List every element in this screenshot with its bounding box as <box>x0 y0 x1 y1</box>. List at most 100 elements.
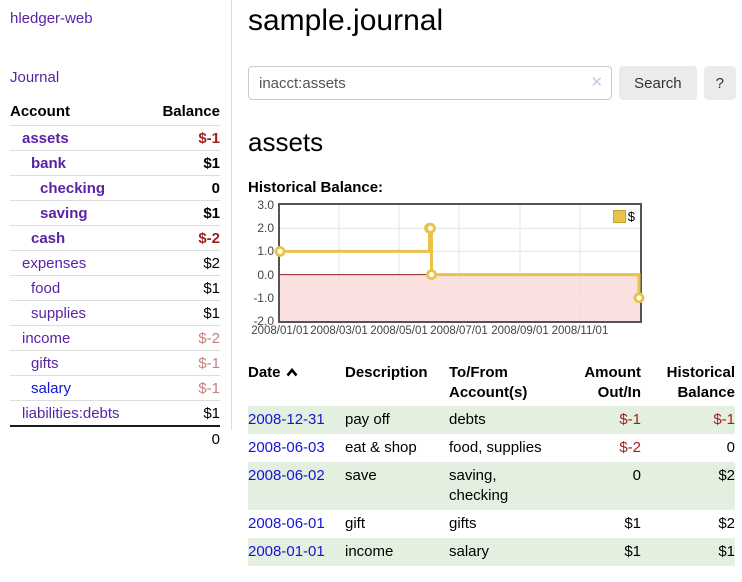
sort-ascending-icon <box>286 368 298 377</box>
transaction-accounts: salary <box>449 538 569 566</box>
y-axis-tick-label: -1.0 <box>248 291 274 305</box>
search-input[interactable] <box>248 66 612 100</box>
transaction-row: 2008-06-02 save saving, checking 0 $2 <box>248 462 735 510</box>
account-row: bank $1 <box>10 150 220 175</box>
account-row: liabilities:debts $1 <box>10 400 220 425</box>
chart-heading: Historical Balance: <box>248 179 736 196</box>
accounts-header-account: Account <box>10 103 70 120</box>
transaction-description: eat & shop <box>345 434 449 462</box>
chart-canvas <box>280 205 640 321</box>
account-balance: $-1 <box>198 130 220 147</box>
transaction-date-link[interactable]: 2008-06-01 <box>248 515 325 532</box>
column-header-historical-balance: HistoricalBalance <box>641 360 735 406</box>
transaction-accounts: saving, checking <box>449 462 569 510</box>
accounts-total-row: 0 <box>10 425 220 451</box>
account-balance: $1 <box>203 405 220 422</box>
account-balance: $-1 <box>198 380 220 397</box>
transaction-row: 2008-06-03 eat & shop food, supplies $-2… <box>248 434 735 462</box>
x-axis-tick-label: 2008/03/01 <box>305 325 373 337</box>
accounts-table: Account Balance assets $-1 bank $1 check… <box>10 102 220 451</box>
transaction-amount: $-1 <box>569 406 641 434</box>
account-row: supplies $1 <box>10 300 220 325</box>
transaction-balance: $-1 <box>641 406 735 434</box>
y-axis-tick-label: 2.0 <box>248 221 274 235</box>
account-link-gifts[interactable]: gifts <box>10 355 59 372</box>
transaction-row: 2008-06-01 gift gifts $1 $2 <box>248 510 735 538</box>
account-row: income $-2 <box>10 325 220 350</box>
account-row: checking 0 <box>10 175 220 200</box>
transaction-date-link[interactable]: 2008-12-31 <box>248 411 325 428</box>
account-row: saving $1 <box>10 200 220 225</box>
account-link-supplies[interactable]: supplies <box>10 305 86 322</box>
column-header-amount: AmountOut/In <box>569 360 641 406</box>
x-axis-tick-label: 2008/01/01 <box>246 325 314 337</box>
account-balance: $1 <box>203 305 220 322</box>
transaction-date-link[interactable]: 2008-06-03 <box>248 439 325 456</box>
account-row: assets $-1 <box>10 125 220 150</box>
account-row: salary $-1 <box>10 375 220 400</box>
main-content: sample.journal ✕ Search ? assets Histori… <box>232 0 742 566</box>
transaction-accounts: debts <box>449 406 569 434</box>
help-button[interactable]: ? <box>704 66 736 100</box>
page-title: sample.journal <box>248 2 736 40</box>
account-link-assets[interactable]: assets <box>10 130 69 147</box>
account-balance: $1 <box>203 280 220 297</box>
historical-balance-chart: $ 3.02.01.00.0-1.0-2.02008/01/012008/03/… <box>248 203 648 343</box>
transaction-amount: 0 <box>569 462 641 510</box>
accounts-header-balance: Balance <box>162 103 220 120</box>
account-link-income[interactable]: income <box>10 330 70 347</box>
accounts-table-header: Account Balance <box>10 102 220 125</box>
transaction-description: income <box>345 538 449 566</box>
transaction-row: 2008-01-01 income salary $1 $1 <box>248 538 735 566</box>
transaction-balance: 0 <box>641 434 735 462</box>
sidebar-item-journal[interactable]: Journal <box>10 69 59 86</box>
search-bar: ✕ Search ? <box>248 66 736 100</box>
clear-search-icon[interactable]: ✕ <box>591 74 604 92</box>
transaction-description: gift <box>345 510 449 538</box>
account-link-salary[interactable]: salary <box>10 380 71 397</box>
transaction-balance: $2 <box>641 510 735 538</box>
transaction-amount: $1 <box>569 510 641 538</box>
search-button[interactable]: Search <box>619 66 697 100</box>
account-balance: $-2 <box>198 330 220 347</box>
account-link-cash[interactable]: cash <box>10 230 65 247</box>
transaction-description: pay off <box>345 406 449 434</box>
account-heading: assets <box>248 127 736 158</box>
account-row: cash $-2 <box>10 225 220 250</box>
account-link-liabilities-debts[interactable]: liabilities:debts <box>10 405 120 422</box>
transaction-balance: $1 <box>641 538 735 566</box>
transaction-accounts: gifts <box>449 510 569 538</box>
account-link-bank[interactable]: bank <box>10 155 66 172</box>
y-axis-tick-label: 3.0 <box>248 198 274 212</box>
transaction-amount: $-2 <box>569 434 641 462</box>
column-header-date[interactable]: Date <box>248 360 345 406</box>
account-link-checking[interactable]: checking <box>10 180 105 197</box>
account-link-expenses[interactable]: expenses <box>10 255 86 272</box>
register-table: Date Description To/FromAccount(s) Amoun… <box>248 360 735 566</box>
chart-plot-area: $ <box>278 203 642 323</box>
account-balance: $-1 <box>198 355 220 372</box>
account-link-food[interactable]: food <box>10 280 60 297</box>
transaction-row: 2008-12-31 pay off debts $-1 $-1 <box>248 406 735 434</box>
legend-label: $ <box>628 209 635 224</box>
accounts-total-balance: 0 <box>212 431 220 448</box>
transaction-date-link[interactable]: 2008-06-02 <box>248 467 325 484</box>
account-balance: 0 <box>212 180 220 197</box>
x-axis-tick-label: 2008/05/01 <box>365 325 433 337</box>
x-axis-tick-label: 2008/09/01 <box>486 325 554 337</box>
transaction-date-link[interactable]: 2008-01-01 <box>248 543 325 560</box>
column-header-description: Description <box>345 360 449 406</box>
transaction-balance: $2 <box>641 462 735 510</box>
transaction-accounts: food, supplies <box>449 434 569 462</box>
account-link-saving[interactable]: saving <box>10 205 88 222</box>
transaction-amount: $1 <box>569 538 641 566</box>
column-header-tofrom: To/FromAccount(s) <box>449 360 569 406</box>
account-row: food $1 <box>10 275 220 300</box>
y-axis-tick-label: 1.0 <box>248 244 274 258</box>
x-axis-tick-label: 2008/07/01 <box>425 325 493 337</box>
register-header-row: Date Description To/FromAccount(s) Amoun… <box>248 360 735 406</box>
app-title-link[interactable]: hledger-web <box>10 10 93 27</box>
y-axis-tick-label: 0.0 <box>248 268 274 282</box>
chart-legend: $ <box>611 208 637 225</box>
transaction-description: save <box>345 462 449 510</box>
